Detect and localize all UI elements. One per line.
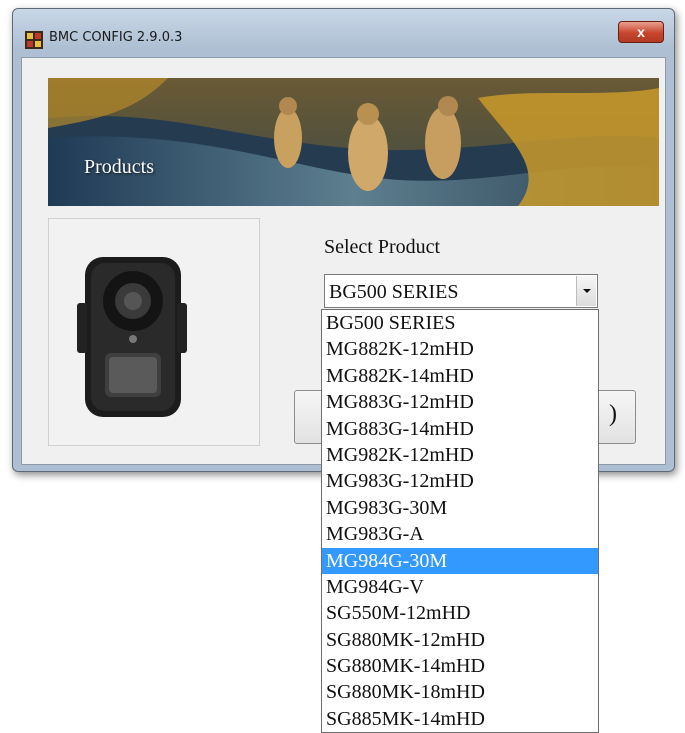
- window-title: BMC CONFIG 2.9.0.3: [49, 30, 183, 45]
- dropdown-option[interactable]: MG983G-A: [322, 521, 598, 547]
- close-button[interactable]: x: [618, 21, 664, 43]
- dropdown-option[interactable]: MG984G-30M: [322, 547, 598, 574]
- dropdown-option[interactable]: BG500 SERIES: [322, 310, 598, 336]
- dropdown-option[interactable]: MG983G-12mHD: [322, 468, 598, 494]
- dropdown-option[interactable]: MG983G-30M: [322, 495, 598, 521]
- banner-title: Products: [84, 156, 154, 178]
- dropdown-option[interactable]: SG880MK-12mHD: [322, 627, 598, 653]
- title-bar[interactable]: BMC CONFIG 2.9.0.3 x: [13, 9, 674, 57]
- dropdown-option[interactable]: SG550M-12mHD: [322, 600, 598, 626]
- cheetah-banner-image: [48, 78, 659, 206]
- dropdown-option[interactable]: MG883G-14mHD: [322, 416, 598, 442]
- select-product-label: Select Product: [324, 236, 441, 258]
- product-combobox-value: BG500 SERIES: [329, 281, 459, 303]
- app-logo-icon: [25, 31, 43, 49]
- dropdown-option[interactable]: SG880MK-14mHD: [322, 653, 598, 679]
- dropdown-option[interactable]: MG882K-14mHD: [322, 363, 598, 389]
- dropdown-arrow-button[interactable]: [576, 276, 596, 306]
- product-dropdown-list[interactable]: BG500 SERIES MG882K-12mHD MG882K-14mHD MG88…: [321, 309, 599, 733]
- dropdown-option[interactable]: MG982K-12mHD: [322, 442, 598, 468]
- products-banner: Products: [48, 78, 659, 206]
- chevron-down-icon: [583, 289, 591, 293]
- product-combobox[interactable]: BG500 SERIES: [324, 274, 598, 308]
- dropdown-option[interactable]: MG883G-12mHD: [322, 389, 598, 415]
- action-button-text-fragment: ): [609, 401, 617, 427]
- dropdown-option[interactable]: MG882K-12mHD: [322, 336, 598, 362]
- dropdown-option[interactable]: SG880MK-18mHD: [322, 679, 598, 705]
- dropdown-option[interactable]: MG984G-V: [322, 574, 598, 600]
- product-photo-frame: [48, 218, 260, 446]
- trail-camera-image: [77, 257, 187, 417]
- close-icon: x: [637, 24, 645, 40]
- dropdown-option[interactable]: SG885MK-14mHD: [322, 706, 598, 732]
